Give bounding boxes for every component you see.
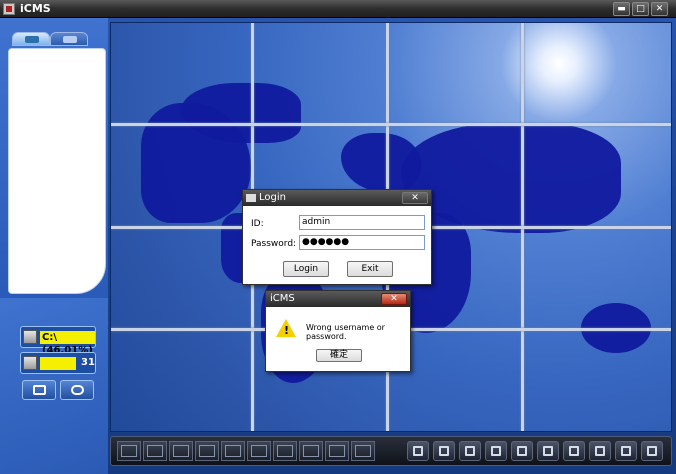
- password-label: Password:: [251, 239, 297, 249]
- id-input[interactable]: admin: [299, 215, 425, 230]
- warning-mark: !: [284, 324, 290, 337]
- tool-button-8[interactable]: [589, 441, 611, 461]
- tool-button-2[interactable]: [433, 441, 455, 461]
- disk-usage-value: C:\ (46.01%): [40, 331, 95, 356]
- tab-maps[interactable]: [50, 32, 88, 46]
- tool-button-10[interactable]: [641, 441, 663, 461]
- layout-64-button[interactable]: [351, 441, 375, 461]
- layout-25-icon: [277, 445, 293, 457]
- fullscreen-icon: [33, 385, 46, 395]
- tool-5-icon: [517, 446, 527, 456]
- layout-9-button[interactable]: [195, 441, 219, 461]
- tool-9-icon: [621, 446, 631, 456]
- tool-2-icon: [439, 446, 449, 456]
- layout-20-icon: [251, 445, 267, 457]
- layout-9-icon: [199, 445, 215, 457]
- channel-icon: [23, 356, 37, 370]
- dialog-icon: [246, 194, 256, 202]
- error-message: Wrong username or password.: [306, 323, 385, 341]
- close-button[interactable]: ✕: [651, 2, 668, 16]
- tool-button-3[interactable]: [459, 441, 481, 461]
- snapshot-icon: [71, 385, 84, 395]
- layout-4-icon: [147, 445, 163, 457]
- tool-button-9[interactable]: [615, 441, 637, 461]
- channel-status: 31: [20, 352, 96, 374]
- exit-button[interactable]: Exit: [347, 261, 393, 277]
- disk-icon: [23, 330, 37, 344]
- layout-1-icon: [121, 445, 137, 457]
- tool-button-4[interactable]: [485, 441, 507, 461]
- tool-button-6[interactable]: [537, 441, 559, 461]
- login-close-button[interactable]: ✕: [402, 192, 428, 204]
- app-icon: [3, 3, 15, 15]
- layout-20-button[interactable]: [247, 441, 271, 461]
- layout-6-icon: [173, 445, 189, 457]
- minimize-button[interactable]: ▬: [613, 2, 630, 16]
- tool-button-7[interactable]: [563, 441, 585, 461]
- layout-25-button[interactable]: [273, 441, 297, 461]
- tool-3-icon: [465, 446, 475, 456]
- layout-4-button[interactable]: [143, 441, 167, 461]
- device-list-panel[interactable]: [8, 48, 106, 294]
- map-tab-icon: [63, 36, 77, 43]
- window-title: iCMS: [20, 2, 51, 15]
- tool-button-5[interactable]: [511, 441, 533, 461]
- layout-64-icon: [355, 445, 371, 457]
- tool-10-icon: [647, 446, 657, 456]
- error-dialog-titlebar[interactable]: iCMS ✕: [266, 291, 410, 307]
- layout-36-button[interactable]: [299, 441, 323, 461]
- fullscreen-button[interactable]: [22, 380, 56, 400]
- layout-1-button[interactable]: [117, 441, 141, 461]
- layout-16-button[interactable]: [221, 441, 245, 461]
- layout-16-icon: [225, 445, 241, 457]
- layout-36-icon: [303, 445, 319, 457]
- tool-button-1[interactable]: [407, 441, 429, 461]
- login-dialog-title: Login: [259, 192, 286, 203]
- tab-cameras[interactable]: [12, 32, 50, 46]
- title-bar[interactable]: iCMS ▬ □ ✕: [0, 0, 676, 18]
- disk-status: C:\ (46.01%): [20, 326, 96, 356]
- icms-window: iCMS ▬ □ ✕ C:\ (46.01%) 31 Login ✕ ID: a…: [0, 0, 676, 474]
- error-dialog-title: iCMS: [270, 293, 295, 304]
- tool-6-icon: [543, 446, 553, 456]
- bottom-toolbar: [110, 436, 672, 466]
- channel-count: 31: [81, 357, 95, 368]
- login-button[interactable]: Login: [283, 261, 329, 277]
- maximize-button[interactable]: □: [632, 2, 649, 16]
- camera-tab-icon: [25, 36, 39, 43]
- login-dialog-titlebar[interactable]: Login ✕: [243, 190, 431, 206]
- password-input[interactable]: ●●●●●●: [299, 235, 425, 250]
- error-close-button[interactable]: ✕: [381, 293, 407, 305]
- tool-4-icon: [491, 446, 501, 456]
- tool-1-icon: [413, 446, 423, 456]
- ok-button[interactable]: 確定: [316, 349, 362, 362]
- id-label: ID:: [251, 219, 264, 229]
- layout-6-button[interactable]: [169, 441, 193, 461]
- login-dialog: Login ✕ ID: admin Password: ●●●●●● Login…: [242, 189, 432, 285]
- tool-8-icon: [595, 446, 605, 456]
- channel-bar: [40, 357, 76, 370]
- snapshot-button[interactable]: [60, 380, 94, 400]
- error-dialog: iCMS ✕ ! Wrong username or password. 確定: [265, 290, 411, 372]
- layout-49-button[interactable]: [325, 441, 349, 461]
- layout-49-icon: [329, 445, 345, 457]
- sidebar: C:\ (46.01%) 31: [0, 18, 108, 474]
- grid-line: [111, 123, 671, 126]
- tool-7-icon: [569, 446, 579, 456]
